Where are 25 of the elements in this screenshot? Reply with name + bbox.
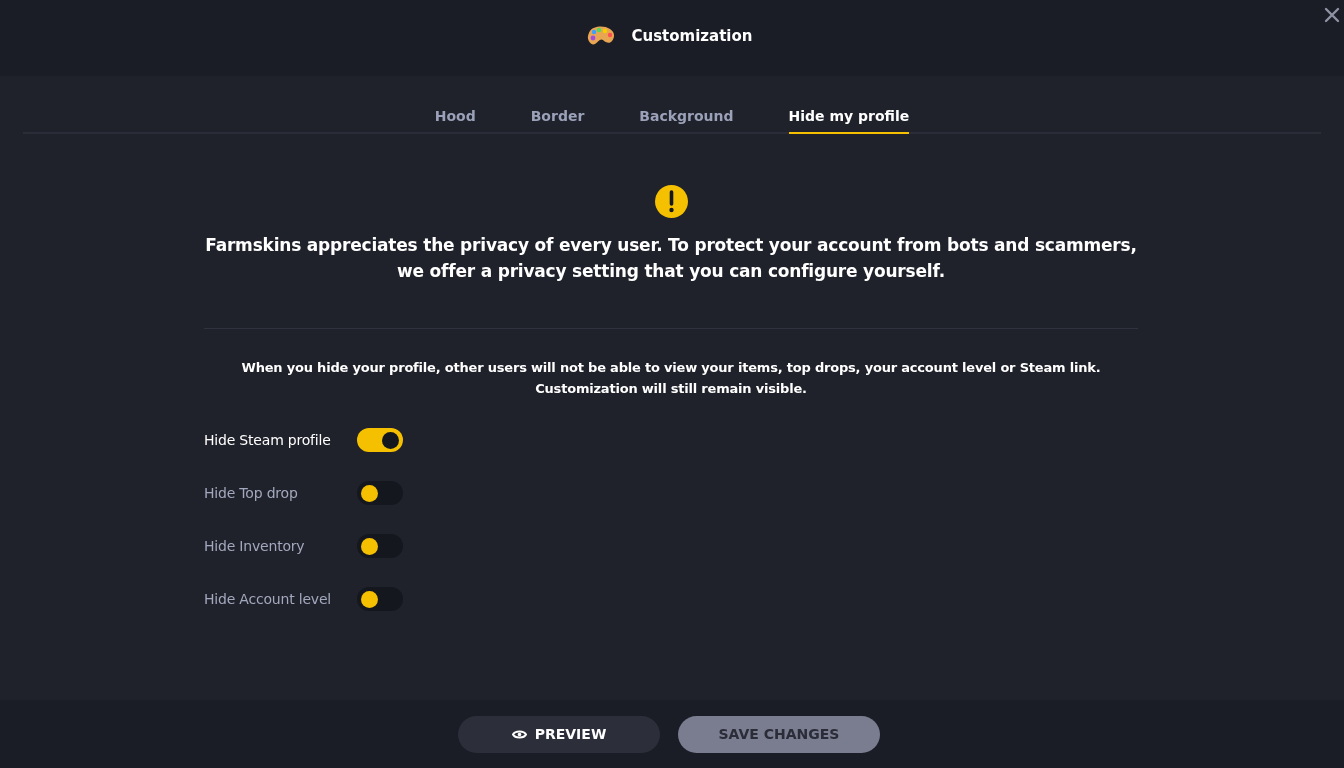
privacy-heading: Farmskins appreciates the privacy of every user. To protect your account from bots and scammers, we offer a privacy setting that you can configure yourself. — [205, 234, 1137, 283]
tab[interactable]: Hood — [434, 106, 476, 134]
preview-button[interactable]: PREVIEW — [458, 715, 660, 753]
toggle-knob — [361, 537, 378, 555]
toggle-label: Hide Account level — [204, 591, 333, 607]
toggle-knob — [382, 431, 399, 449]
window-title: Customization — [630, 27, 753, 45]
privacy-description: When you hide your profile, other users will not be able to view your items, top drops, your account level or Steam link. Customization will still remain visible. — [241, 359, 1101, 398]
toggle-knob — [361, 590, 378, 608]
warning-icon — [654, 185, 688, 218]
toggle-knob — [361, 484, 378, 502]
toggle-switch[interactable] — [357, 534, 403, 558]
close-button[interactable] — [1322, 5, 1342, 25]
eye-icon — [511, 728, 527, 740]
tab[interactable]: Background — [639, 106, 734, 134]
toggle-switch[interactable] — [357, 587, 403, 611]
tab[interactable]: Border — [530, 106, 585, 134]
toggle-switch[interactable] — [357, 481, 403, 505]
toggle-switch[interactable] — [357, 428, 403, 452]
close-icon — [1324, 7, 1340, 23]
toggle-label: Hide Inventory — [204, 538, 306, 554]
tab[interactable]: Hide my profile — [788, 106, 910, 134]
toggle-label: Hide Steam profile — [204, 432, 332, 448]
toggle-label: Hide Top drop — [204, 485, 299, 501]
palette-icon — [587, 26, 616, 46]
